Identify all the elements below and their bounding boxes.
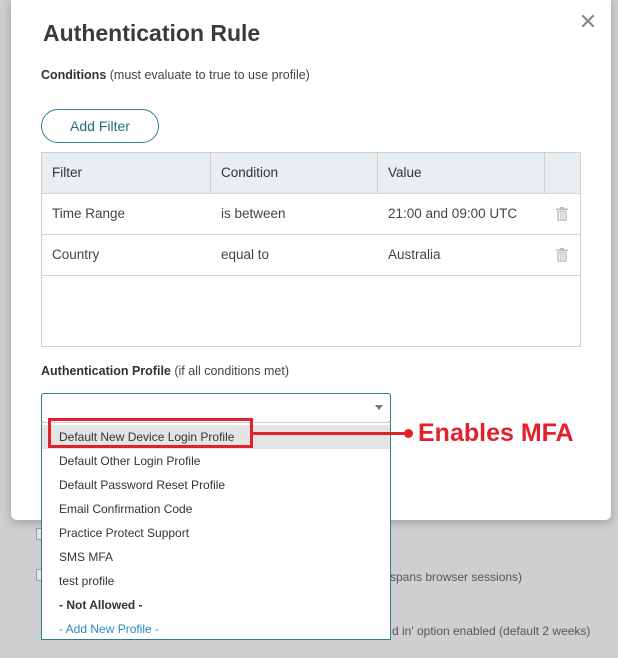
add-new-profile-link[interactable]: - Add New Profile - (42, 617, 390, 641)
row-value: Australia (388, 247, 441, 262)
profile-dropdown-list: Default New Device Login Profile Default… (41, 422, 391, 640)
table-row: Time Range is between 21:00 and 09:00 UT… (42, 194, 580, 235)
dropdown-option[interactable]: Email Confirmation Code (42, 497, 390, 521)
annotation-connector-line (253, 432, 408, 435)
authentication-profile-heading: Authentication Profile (if all condition… (41, 364, 289, 378)
dropdown-option-not-allowed[interactable]: - Not Allowed - (42, 593, 390, 617)
dropdown-option[interactable]: Default Password Reset Profile (42, 473, 390, 497)
table-header: Filter Condition Value (42, 153, 580, 194)
row-value: 21:00 and 09:00 UTC (388, 206, 518, 221)
trash-icon[interactable] (556, 248, 568, 262)
add-filter-button[interactable]: Add Filter (41, 109, 159, 143)
row-condition: equal to (221, 247, 270, 262)
row-condition: is between (221, 206, 286, 221)
column-header-value: Value (378, 153, 545, 193)
filters-table: Filter Condition Value Time Range is bet… (41, 152, 581, 347)
conditions-hint: (must evaluate to true to use profile) (109, 68, 310, 82)
chevron-down-icon[interactable] (375, 405, 383, 410)
dropdown-option[interactable]: Default Other Login Profile (42, 449, 390, 473)
annotation-connector-dot (404, 429, 413, 438)
annotation-label: Enables MFA (418, 419, 574, 447)
profile-hint: (if all conditions met) (174, 364, 289, 378)
conditions-label: Conditions (41, 68, 107, 82)
dropdown-option[interactable]: Practice Protect Support (42, 521, 390, 545)
background-text: d in' option enabled (default 2 weeks) (392, 624, 591, 638)
close-icon[interactable]: ✕ (578, 11, 598, 33)
column-header-filter: Filter (42, 153, 211, 193)
dropdown-option[interactable]: SMS MFA (42, 545, 390, 569)
annotation-highlight-box (48, 418, 253, 448)
background-text: spans browser sessions) (390, 570, 523, 584)
dropdown-option[interactable]: test profile (42, 569, 390, 593)
row-filter: Time Range (52, 206, 126, 221)
row-filter: Country (52, 247, 100, 262)
column-header-actions (545, 153, 580, 193)
table-row: Country equal to Australia (42, 235, 580, 276)
conditions-heading: Conditions (must evaluate to true to use… (41, 68, 310, 82)
profile-label: Authentication Profile (41, 364, 171, 378)
column-header-condition: Condition (211, 153, 378, 193)
modal-title: Authentication Rule (43, 20, 261, 46)
trash-icon[interactable] (556, 207, 568, 221)
